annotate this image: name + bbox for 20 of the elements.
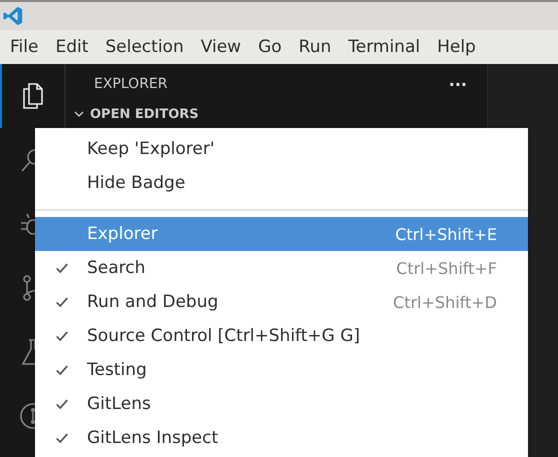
menu-option[interactable]: GitLens Inspect [35, 421, 528, 455]
menu-item[interactable]: Run [290, 37, 340, 57]
menu-option[interactable]: Run and Debug Ctrl+Shift+D [35, 285, 528, 319]
menu-item[interactable]: View [192, 37, 250, 57]
menu-item[interactable]: Help [428, 37, 484, 57]
menu-item[interactable]: Terminal [339, 37, 428, 57]
sidebar-title: EXPLORER [94, 76, 168, 92]
menu-item[interactable]: Edit [46, 37, 96, 57]
menu-item[interactable]: Go [249, 37, 290, 57]
menu-option[interactable]: Search Ctrl+Shift+F [35, 251, 528, 285]
menu-item[interactable]: File [1, 37, 46, 57]
more-actions-button[interactable]: ··· [448, 74, 467, 94]
menu-option[interactable]: GitLens [35, 387, 528, 421]
section-header[interactable]: OPEN EDITORS [66, 104, 487, 124]
menu-item[interactable]: Selection [96, 37, 192, 57]
menu-option[interactable]: Testing [35, 353, 528, 387]
app-logo-icon [2, 5, 24, 27]
menu-option[interactable]: Source Control [Ctrl+Shift+G G] [35, 319, 528, 353]
menu-option[interactable]: Hide Badge [35, 166, 528, 200]
menu-option[interactable]: Keep 'Explorer' [35, 132, 528, 166]
